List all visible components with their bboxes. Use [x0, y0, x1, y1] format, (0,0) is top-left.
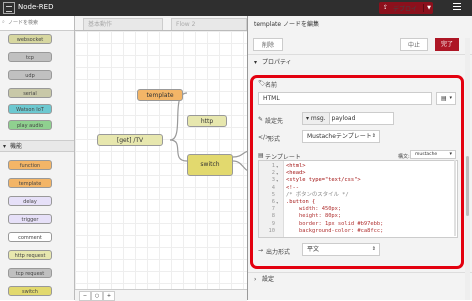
palette-node-template[interactable]: template [8, 178, 52, 188]
header-bar: Node-RED ⇪ デプロイ ▼ [0, 0, 472, 16]
settings-section-header[interactable]: › 設定 [248, 272, 472, 287]
palette-search-input[interactable] [8, 18, 68, 27]
palette-node-udp[interactable]: udp [8, 70, 52, 80]
node-palette: ⌕ websocket tcp udp serial Watson IoT pl… [0, 16, 75, 300]
tray-scrollbar[interactable] [465, 38, 470, 300]
palette-node-label: serial [23, 91, 37, 97]
tab-label: 基本動作 [88, 21, 113, 28]
palette-category-function[interactable]: ▾ 機能 [0, 140, 74, 152]
palette-node-label: comment [18, 235, 42, 241]
tab-flow-2[interactable]: Flow 2 [171, 18, 247, 30]
palette-node-play-audio[interactable]: play audio [8, 120, 52, 130]
palette-node-label: function [19, 163, 41, 169]
palette-node-serial[interactable]: serial [8, 88, 52, 98]
deploy-dropdown-icon[interactable]: ▼ [423, 4, 434, 12]
properties-section-header[interactable]: ▾ プロパティ [248, 56, 472, 70]
palette-search: ⌕ [0, 16, 74, 31]
scrollbar-thumb[interactable] [466, 156, 469, 216]
node-label: template [146, 92, 174, 99]
canvas-node-template[interactable]: template [137, 89, 183, 101]
canvas-footer: − ○ + [75, 289, 247, 301]
deploy-icon: ⇪ [383, 4, 389, 11]
canvas-node-http[interactable]: http [187, 115, 227, 127]
palette-node-label: delay [23, 199, 37, 205]
wire [232, 150, 247, 158]
palette-node-comment[interactable]: comment [8, 232, 52, 242]
node-label: switch [200, 161, 220, 168]
hamburger-menu-icon[interactable] [453, 3, 461, 12]
palette-node-label: switch [22, 289, 38, 295]
palette-node-label: udp [25, 73, 35, 79]
app-title: Node-RED [18, 3, 54, 11]
palette-node-label: websocket [16, 37, 44, 43]
wire [169, 139, 188, 162]
canvas-node-switch[interactable]: switch [187, 154, 233, 176]
palette-node-label: tcp [26, 55, 34, 61]
search-icon: ⌕ [2, 19, 5, 25]
done-button[interactable]: 完了 [435, 38, 459, 51]
palette-node-function[interactable]: function [8, 160, 52, 170]
delete-button[interactable]: 削除 [253, 38, 283, 51]
palette-node-label: play audio [16, 123, 44, 129]
deploy-button[interactable]: ⇪ デプロイ ▼ [379, 2, 433, 14]
palette-node-switch[interactable]: switch [8, 286, 52, 296]
settings-label: 設定 [262, 276, 275, 283]
palette-node-delay[interactable]: delay [8, 196, 52, 206]
node-red-logo-icon [3, 2, 15, 14]
palette-category-label: 機能 [10, 143, 23, 150]
properties-label: プロパティ [262, 59, 292, 66]
workspace-tabs: 基本動作 Flow 2 [75, 16, 247, 31]
palette-node-trigger[interactable]: trigger [8, 214, 52, 224]
flow-canvas[interactable]: template http [get] /TV switch [75, 31, 247, 289]
palette-node-label: tcp request [15, 271, 45, 277]
palette-node-http-request[interactable]: http request [8, 250, 52, 260]
deploy-label: デプロイ [393, 6, 418, 13]
wire [232, 160, 247, 171]
node-label: [get] /TV [116, 137, 144, 144]
palette-node-watson-iot[interactable]: Watson IoT [8, 104, 52, 114]
cancel-button[interactable]: 中止 [400, 38, 428, 51]
tab-basic[interactable]: 基本動作 [83, 18, 163, 30]
chevron-right-icon: › [254, 276, 257, 283]
palette-node-tcp[interactable]: tcp [8, 52, 52, 62]
palette-node-label: http request [14, 253, 46, 259]
highlight-box [250, 75, 464, 269]
palette-node-label: Watson IoT [16, 107, 44, 113]
chevron-down-icon: ▾ [3, 143, 7, 150]
node-label: http [200, 118, 214, 125]
canvas-node-get-tv[interactable]: [get] /TV [97, 134, 163, 146]
tab-label: Flow 2 [176, 21, 196, 28]
palette-node-label: template [18, 181, 42, 187]
palette-node-tcp-request[interactable]: tcp request [8, 268, 52, 278]
palette-node-label: trigger [21, 217, 39, 223]
palette-node-websocket[interactable]: websocket [8, 34, 52, 44]
chevron-down-icon: ▾ [254, 59, 258, 66]
tray-title: template ノードを編集 [254, 21, 319, 28]
